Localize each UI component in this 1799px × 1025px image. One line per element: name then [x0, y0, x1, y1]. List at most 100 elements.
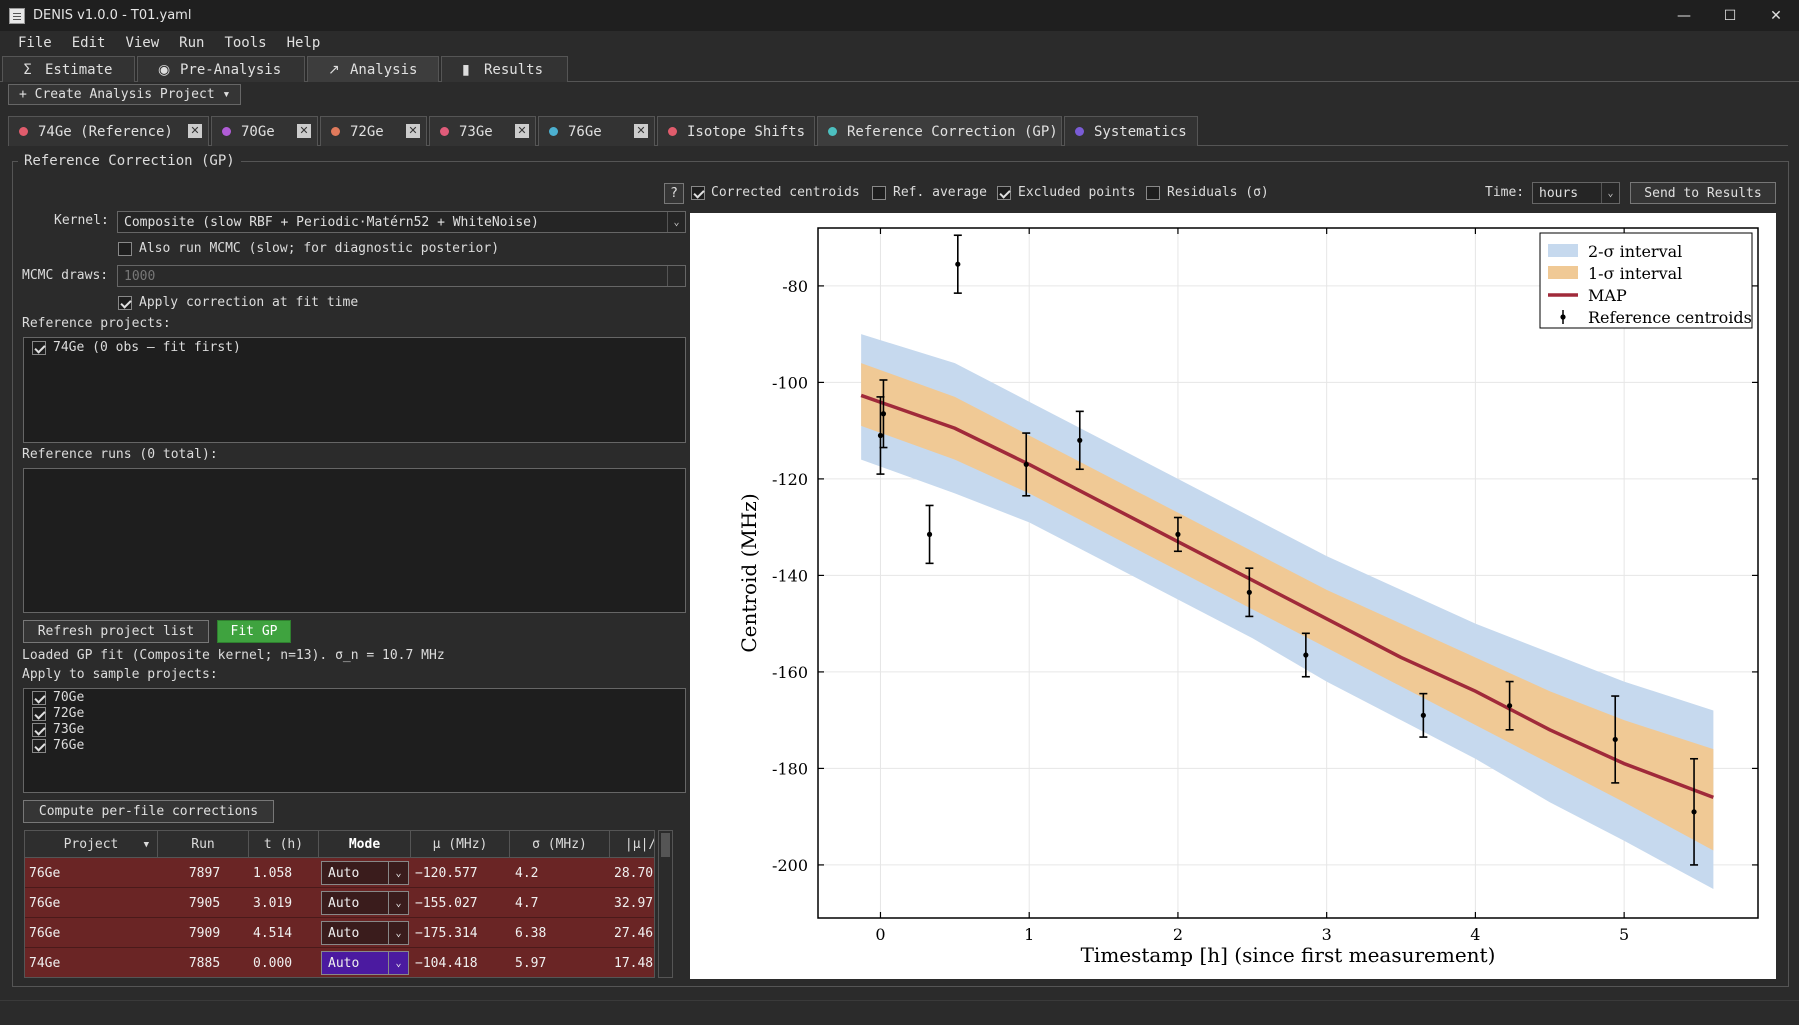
- refresh-project-list-button[interactable]: Refresh project list: [23, 620, 209, 643]
- mode-select[interactable]: Auto ⌄: [321, 921, 409, 945]
- close-tab-icon[interactable]: ✕: [515, 124, 529, 138]
- cell-run: 7897: [188, 865, 221, 881]
- project-color-dot: [440, 127, 449, 136]
- sample-checkbox-73ge[interactable]: [32, 723, 46, 737]
- menu-run[interactable]: Run: [179, 35, 204, 51]
- tab-label: Reference Correction (GP): [847, 123, 1058, 140]
- table-row[interactable]: 76Ge 7909 4.514 Auto ⌄ −175.314 6.38 27.4…: [25, 918, 654, 948]
- legend-entry: Reference centroids: [1588, 308, 1752, 327]
- tab-70ge[interactable]: 70Ge ✕: [211, 116, 318, 146]
- sample-item-76ge: 76Ge: [53, 738, 85, 753]
- menu-edit[interactable]: Edit: [72, 35, 106, 51]
- excluded-points-checkbox[interactable]: [997, 186, 1011, 200]
- sample-checkbox-70ge[interactable]: [32, 691, 46, 705]
- mode-select[interactable]: Auto ⌄: [321, 891, 409, 915]
- residuals-label: Residuals (σ): [1167, 185, 1269, 200]
- fit-gp-button[interactable]: Fit GP: [217, 620, 291, 643]
- col-run[interactable]: Run: [158, 831, 249, 858]
- sample-item-73ge: 73Ge: [53, 722, 85, 737]
- help-button[interactable]: ?: [664, 183, 684, 204]
- kernel-value: Composite (slow RBF + Periodic·Matérn52 …: [124, 214, 539, 230]
- tab-pre-analysis[interactable]: ◉ Pre-Analysis: [137, 56, 305, 82]
- sample-projects-list[interactable]: 70Ge 72Ge 73Ge 76Ge: [23, 688, 686, 793]
- sample-item-70ge: 70Ge: [53, 690, 85, 705]
- reference-runs-list[interactable]: [23, 468, 686, 613]
- cell-project: 76Ge: [29, 865, 61, 881]
- col-mode[interactable]: Mode: [319, 831, 411, 858]
- tab-73ge[interactable]: 73Ge ✕: [429, 116, 536, 146]
- maximize-button[interactable]: ☐: [1707, 0, 1753, 31]
- tab-systematics[interactable]: Systematics: [1064, 116, 1198, 146]
- apply-samples-label: Apply to sample projects:: [22, 667, 218, 682]
- mode-select[interactable]: Auto ⌄: [321, 951, 409, 975]
- cell-time: 3.019: [253, 895, 293, 911]
- mcmc-checkbox[interactable]: [118, 242, 132, 256]
- corrections-table: Project ▼ Run t (h) Mode μ (MHz) σ (MHz) …: [24, 830, 655, 978]
- kernel-select[interactable]: Composite (slow RBF + Periodic·Matérn52 …: [117, 211, 686, 233]
- close-tab-icon[interactable]: ✕: [297, 124, 311, 138]
- menu-file[interactable]: File: [18, 35, 52, 51]
- tab-analysis[interactable]: ↗ Analysis: [307, 56, 439, 82]
- minimize-button[interactable]: —: [1661, 0, 1707, 31]
- col-project[interactable]: Project ▼: [25, 831, 158, 858]
- cell-mu: −104.418: [415, 955, 478, 971]
- col-time[interactable]: t (h): [249, 831, 319, 858]
- col-mu[interactable]: μ (MHz): [411, 831, 510, 858]
- corrected-centroids-checkbox[interactable]: [691, 186, 705, 200]
- x-tick-label: 5: [1619, 925, 1629, 944]
- menu-view[interactable]: View: [125, 35, 159, 51]
- apply-correction-checkbox[interactable]: [118, 296, 132, 310]
- cell-project: 74Ge: [29, 955, 61, 971]
- mode-value: Auto: [328, 895, 360, 911]
- table-header: Project ▼ Run t (h) Mode μ (MHz) σ (MHz) …: [25, 831, 654, 858]
- table-scrollbar[interactable]: [658, 830, 673, 978]
- cell-time: 1.058: [253, 865, 293, 881]
- tab-isotope-shifts[interactable]: Isotope Shifts: [657, 116, 815, 146]
- reference-project-item: 74Ge (0 obs — fit first): [53, 340, 241, 355]
- table-row[interactable]: 76Ge 7905 3.019 Auto ⌄ −155.027 4.7 32.97: [25, 888, 654, 918]
- y-tick-label: -140: [772, 566, 808, 585]
- cell-sigma: 4.7: [515, 895, 539, 911]
- reference-projects-list[interactable]: 74Ge (0 obs — fit first): [23, 337, 686, 443]
- project-color-dot: [668, 127, 677, 136]
- sample-checkbox-76ge[interactable]: [32, 739, 46, 753]
- create-analysis-project-button[interactable]: + Create Analysis Project ▾: [8, 84, 242, 105]
- reference-project-checkbox[interactable]: [32, 341, 46, 355]
- col-ratio[interactable]: |μ|/σ: [610, 831, 654, 858]
- tab-label: 76Ge: [568, 123, 602, 140]
- ref-average-label: Ref. average: [893, 185, 987, 200]
- data-point: [955, 261, 961, 267]
- project-color-dot: [828, 127, 837, 136]
- time-unit-select[interactable]: hours ⌄: [1532, 182, 1620, 204]
- tab-76ge[interactable]: 76Ge ✕: [538, 116, 655, 146]
- window-title: DENIS v1.0.0 - T01.yaml: [33, 8, 192, 23]
- mcmc-draws-spinbox[interactable]: 1000: [117, 265, 686, 287]
- tab-estimate[interactable]: Σ Estimate: [2, 56, 135, 82]
- sample-checkbox-72ge[interactable]: [32, 707, 46, 721]
- tab-reference-correction[interactable]: Reference Correction (GP): [817, 116, 1062, 146]
- tab-74ge-reference[interactable]: 74Ge (Reference) ✕: [8, 116, 209, 146]
- time-label: Time:: [1485, 185, 1525, 200]
- menu-help[interactable]: Help: [287, 35, 321, 51]
- col-sigma[interactable]: σ (MHz): [510, 831, 610, 858]
- menu-tools[interactable]: Tools: [224, 35, 266, 51]
- mode-select[interactable]: Auto ⌄: [321, 861, 409, 885]
- project-color-dot: [1075, 127, 1084, 136]
- table-row[interactable]: 74Ge 7885 0.000 Auto ⌄ −104.418 5.97 17.4…: [25, 948, 654, 977]
- tab-results[interactable]: ▮ Results: [441, 56, 568, 82]
- table-row[interactable]: 76Ge 7897 1.058 Auto ⌄ −120.577 4.2 28.70: [25, 858, 654, 888]
- ref-average-checkbox[interactable]: [872, 186, 886, 200]
- mode-value: Auto: [328, 865, 360, 881]
- tab-72ge[interactable]: 72Ge ✕: [320, 116, 427, 146]
- scrollbar-thumb[interactable]: [661, 833, 670, 857]
- close-tab-icon[interactable]: ✕: [634, 124, 648, 138]
- close-tab-icon[interactable]: ✕: [188, 124, 202, 138]
- send-to-results-button[interactable]: Send to Results: [1630, 182, 1776, 204]
- status-bar: [0, 1000, 1799, 1025]
- spinner-arrows-icon[interactable]: [667, 266, 685, 286]
- residuals-checkbox[interactable]: [1146, 186, 1160, 200]
- close-tab-icon[interactable]: ✕: [406, 124, 420, 138]
- compute-corrections-button[interactable]: Compute per-file corrections: [23, 800, 274, 823]
- close-button[interactable]: ✕: [1753, 0, 1799, 31]
- y-tick-label: -120: [772, 470, 808, 489]
